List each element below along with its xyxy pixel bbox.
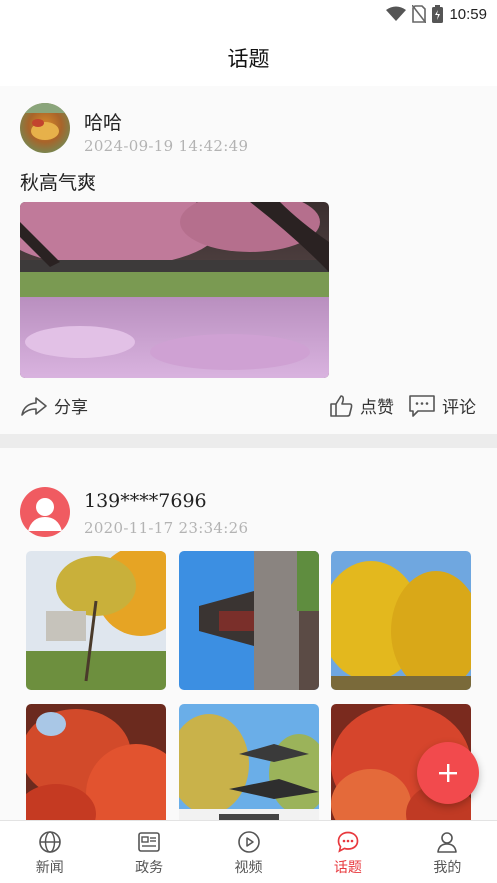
- comment-button[interactable]: 评论: [408, 393, 476, 418]
- comment-label: 评论: [442, 398, 476, 418]
- tab-news[interactable]: 新闻: [0, 821, 99, 883]
- status-time: 10:59: [449, 5, 487, 23]
- tower-pavilion-photo[interactable]: [179, 551, 319, 690]
- battery-icon: [432, 5, 444, 23]
- status-bar: 10:59: [0, 0, 497, 30]
- topic-post[interactable]: 哈哈 2024-09-19 14:42:49 秋高气爽 分享 点赞 评论: [0, 86, 497, 434]
- topic-feed[interactable]: 哈哈 2024-09-19 14:42:49 秋高气爽 分享 点赞 评论 139…: [0, 86, 497, 820]
- pink-blossom-park-photo[interactable]: [20, 202, 329, 378]
- avatar[interactable]: [20, 487, 70, 537]
- newspaper-icon: [138, 832, 160, 852]
- share-button[interactable]: 分享: [20, 393, 88, 418]
- tab-label: 新闻: [35, 860, 64, 876]
- like-label: 点赞: [360, 398, 394, 418]
- comment-icon: [409, 394, 435, 417]
- chat-icon: [337, 831, 359, 853]
- post-text: 秋高气爽: [20, 172, 97, 194]
- person-icon: [437, 832, 458, 853]
- share-icon: [21, 396, 47, 416]
- no-sim-icon: [412, 5, 427, 23]
- red-maple-photo[interactable]: [26, 704, 166, 820]
- like-button[interactable]: 点赞: [329, 393, 394, 418]
- avatar[interactable]: [20, 103, 70, 153]
- author-name[interactable]: 139****7696: [84, 490, 207, 512]
- tab-label: 视频: [234, 860, 263, 876]
- bottom-tab-bar: 新闻 政务 视频 话题 我的: [0, 820, 497, 883]
- ginkgo-tree-photo[interactable]: [26, 551, 166, 690]
- tab-government[interactable]: 政务: [99, 821, 198, 883]
- tab-label: 政务: [135, 860, 164, 876]
- post-time: 2020-11-17 23:34:26: [84, 519, 249, 537]
- post-time: 2024-09-19 14:42:49: [84, 137, 249, 155]
- tab-label: 话题: [333, 860, 362, 876]
- share-label: 分享: [54, 398, 88, 418]
- app-header: 话题: [0, 30, 497, 86]
- tab-topics[interactable]: 话题: [298, 821, 397, 883]
- tab-label: 我的: [433, 860, 462, 876]
- play-icon: [237, 831, 260, 853]
- yellow-ginkgo-photo[interactable]: [331, 551, 471, 690]
- page-title: 话题: [227, 47, 270, 71]
- create-post-button[interactable]: [417, 742, 479, 804]
- wifi-icon: [386, 6, 407, 21]
- plus-icon: [439, 764, 457, 782]
- thumbs-up-icon: [330, 394, 353, 417]
- pavilion-autumn-photo[interactable]: [179, 704, 319, 820]
- tab-me[interactable]: 我的: [398, 821, 497, 883]
- tab-video[interactable]: 视频: [199, 821, 298, 883]
- author-name[interactable]: 哈哈: [84, 108, 122, 135]
- status-icons: 10:59: [386, 5, 487, 23]
- globe-icon: [38, 831, 61, 853]
